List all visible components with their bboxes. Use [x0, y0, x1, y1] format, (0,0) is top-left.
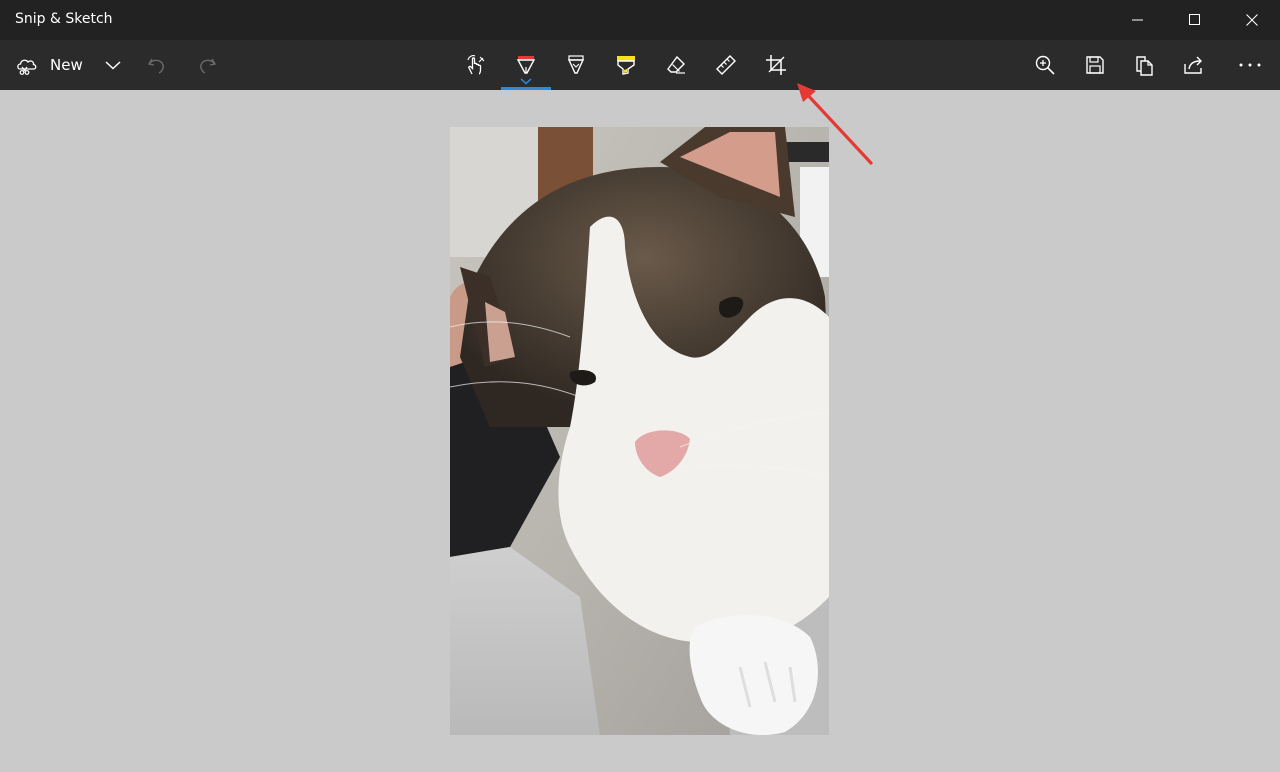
copy-icon	[1136, 56, 1153, 76]
close-button[interactable]	[1223, 0, 1280, 40]
new-snip-icon	[17, 59, 37, 75]
maximize-icon	[1188, 14, 1200, 25]
annotation-arrow-icon	[797, 83, 873, 165]
save-icon	[1086, 56, 1104, 74]
undo-button[interactable]	[132, 40, 182, 90]
more-options-button[interactable]	[1225, 40, 1275, 90]
new-label: New	[50, 56, 83, 74]
save-button[interactable]	[1070, 40, 1120, 90]
pencil-icon	[567, 55, 585, 74]
eraser-button[interactable]	[651, 40, 701, 90]
copy-button[interactable]	[1120, 40, 1170, 90]
active-tool-chevron-icon[interactable]	[520, 78, 532, 85]
touch-writing-icon	[467, 55, 485, 75]
cat-photo[interactable]	[450, 127, 829, 735]
maximize-button[interactable]	[1166, 0, 1223, 40]
new-snip-button[interactable]: New	[8, 40, 94, 90]
zoom-icon	[1035, 55, 1055, 75]
new-snip-options-button[interactable]	[88, 40, 138, 90]
share-icon	[1184, 56, 1202, 74]
app-title: Snip & Sketch	[15, 11, 113, 27]
undo-icon	[147, 58, 164, 74]
share-button[interactable]	[1169, 40, 1219, 90]
ballpoint-pen-icon	[516, 56, 536, 74]
toolbar: New	[0, 40, 1280, 90]
minimize-icon	[1131, 19, 1143, 21]
redo-icon	[200, 58, 217, 74]
ruler-button[interactable]	[701, 40, 751, 90]
close-icon	[1245, 14, 1258, 26]
zoom-button[interactable]	[1020, 40, 1070, 90]
minimize-button[interactable]	[1109, 0, 1166, 40]
title-bar: Snip & Sketch	[0, 0, 1280, 40]
highlighter-icon	[617, 56, 635, 75]
highlighter-button[interactable]	[601, 40, 651, 90]
pencil-button[interactable]	[551, 40, 601, 90]
touch-writing-button[interactable]	[451, 40, 501, 90]
redo-button[interactable]	[182, 40, 232, 90]
more-icon	[1239, 63, 1261, 67]
image-crop-icon	[766, 55, 786, 75]
eraser-icon	[667, 55, 685, 74]
ruler-icon	[716, 55, 736, 75]
chevron-down-icon	[105, 61, 121, 70]
